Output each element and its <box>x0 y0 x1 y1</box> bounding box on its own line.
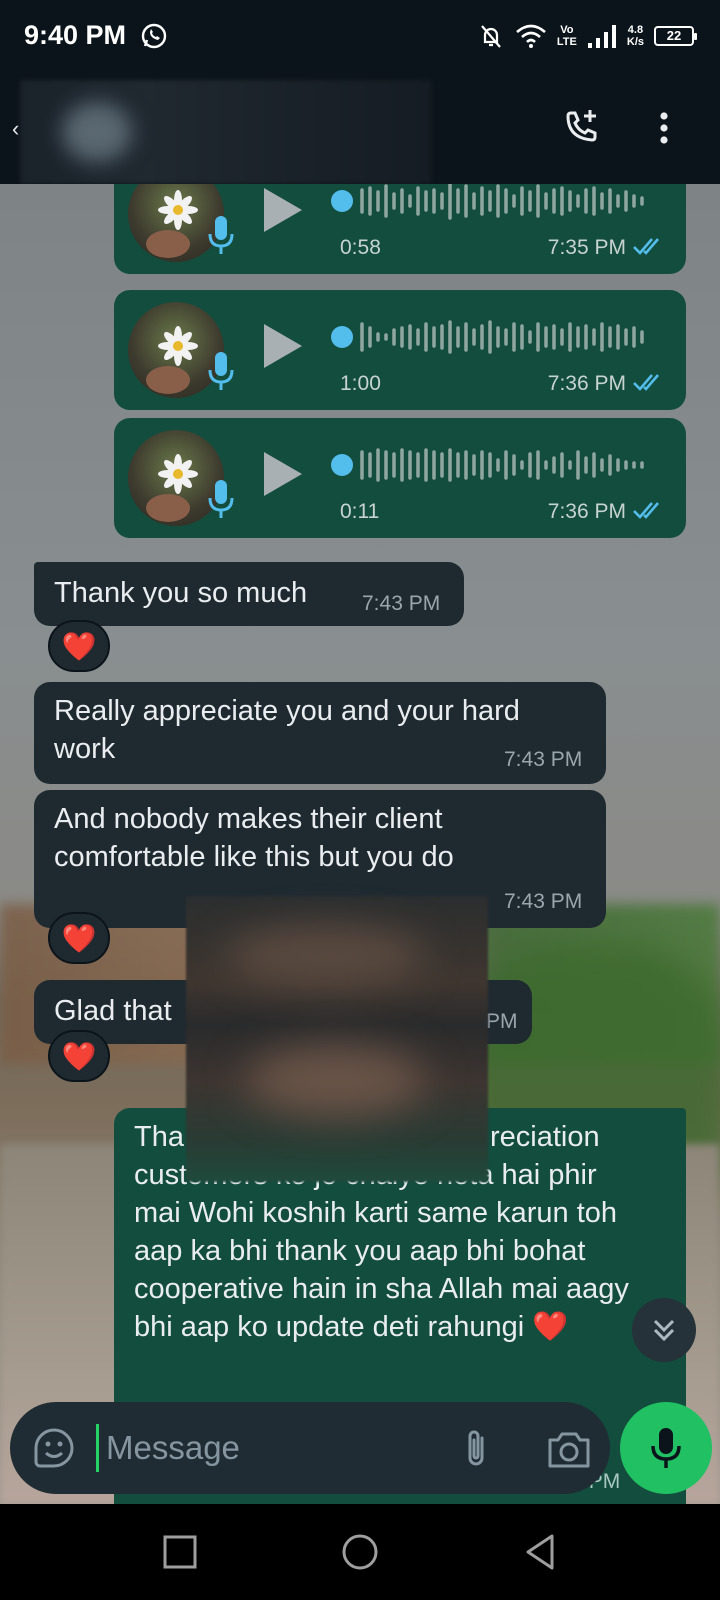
message-text: And nobody makes their client comfortabl… <box>54 803 454 873</box>
signal-icon <box>587 25 616 48</box>
system-navigation-bar <box>0 1504 720 1600</box>
voice-duration: 0:11 <box>340 500 380 523</box>
message-text-start: Tha <box>134 1121 184 1153</box>
mic-icon <box>651 1428 681 1468</box>
read-ticks-icon <box>633 238 659 255</box>
network-speed-unit: K/s <box>626 36 644 48</box>
message-text: Thank you so much <box>54 577 308 609</box>
status-time: 9:40 PM <box>24 20 127 50</box>
network-speed: 4.8 K/s <box>627 24 644 48</box>
chat-header: ‹ <box>0 72 720 184</box>
message-time: 7:36 PM <box>547 500 626 523</box>
mic-icon <box>208 480 234 518</box>
status-icons: Vo LTE 4.8 K/s 22 <box>477 18 697 54</box>
incoming-message[interactable]: Thank you so much 7:43 PM <box>34 562 464 626</box>
message-text-body: mai Wohi koshih karti same karun toh aap… <box>134 1197 629 1343</box>
heart-reaction[interactable]: ❤️ <box>48 1030 110 1082</box>
waveform[interactable] <box>330 184 660 226</box>
chat-area[interactable]: 0:58 7:35 PM 1:00 7:36 PM 0:11 7:36 PM T… <box>0 184 720 1504</box>
voice-message[interactable]: 0:11 7:36 PM <box>114 418 686 538</box>
camera-icon[interactable] <box>546 1428 592 1470</box>
sticker-icon[interactable] <box>32 1426 76 1470</box>
text-cursor <box>96 1424 99 1472</box>
status-bar: 9:40 PM Vo LTE 4.8 K/s 22 <box>0 0 720 72</box>
incoming-message[interactable]: Really appreciate you and your hard work… <box>34 682 606 784</box>
voice-duration: 0:58 <box>340 236 381 259</box>
wifi-icon <box>516 24 546 48</box>
mic-icon <box>208 352 234 390</box>
mic-icon <box>208 216 234 254</box>
voice-message[interactable]: 0:58 7:35 PM <box>114 184 686 274</box>
blur-shape <box>226 926 426 986</box>
play-icon[interactable] <box>264 324 302 368</box>
scroll-to-bottom-button[interactable] <box>632 1298 696 1362</box>
blur-shape <box>246 1046 426 1116</box>
network-speed-value: 4.8 <box>627 24 644 36</box>
message-time: 7:35 PM <box>547 236 626 259</box>
home-icon[interactable] <box>340 1532 380 1572</box>
volte-indicator: Vo LTE <box>557 24 577 48</box>
blurred-contact-info[interactable] <box>20 80 432 184</box>
message-time: 7:43 PM <box>504 890 583 913</box>
battery-icon: 22 <box>654 26 697 46</box>
message-time: 7:43 PM <box>504 748 583 771</box>
heart-reaction[interactable]: ❤️ <box>48 912 110 964</box>
message-time-partial: PM <box>486 1010 518 1033</box>
volte-top: Vo <box>560 24 574 36</box>
contact-avatar <box>62 102 132 162</box>
message-text: Glad that <box>54 995 172 1027</box>
play-icon[interactable] <box>264 452 302 496</box>
blurred-image-overlay <box>186 896 488 1182</box>
message-input-bar <box>10 1402 610 1494</box>
double-chevron-down-icon <box>653 1319 675 1342</box>
voice-duration: 1:00 <box>340 372 381 395</box>
back-arrow-icon[interactable]: ‹ <box>12 116 19 142</box>
message-time: 7:43 PM <box>362 592 441 615</box>
message-text-start-right: reciation <box>490 1121 600 1153</box>
notifications-off-icon <box>481 25 501 48</box>
waveform[interactable] <box>330 440 660 490</box>
voice-message[interactable]: 1:00 7:36 PM <box>114 290 686 410</box>
add-call-icon[interactable] <box>560 106 604 150</box>
attach-icon[interactable] <box>456 1426 496 1472</box>
whatsapp-notification-icon <box>141 23 167 49</box>
recents-icon[interactable] <box>160 1532 200 1572</box>
waveform[interactable] <box>330 312 660 362</box>
back-icon[interactable] <box>520 1532 560 1572</box>
read-ticks-icon <box>633 502 659 519</box>
more-vert-icon[interactable] <box>642 106 686 150</box>
voice-record-button[interactable] <box>620 1402 712 1494</box>
play-icon[interactable] <box>264 188 302 232</box>
heart-reaction[interactable]: ❤️ <box>48 620 110 672</box>
read-ticks-icon <box>633 374 659 391</box>
volte-bottom: LTE <box>556 36 577 48</box>
message-time: 7:36 PM <box>547 372 626 395</box>
message-input[interactable] <box>106 1420 426 1476</box>
